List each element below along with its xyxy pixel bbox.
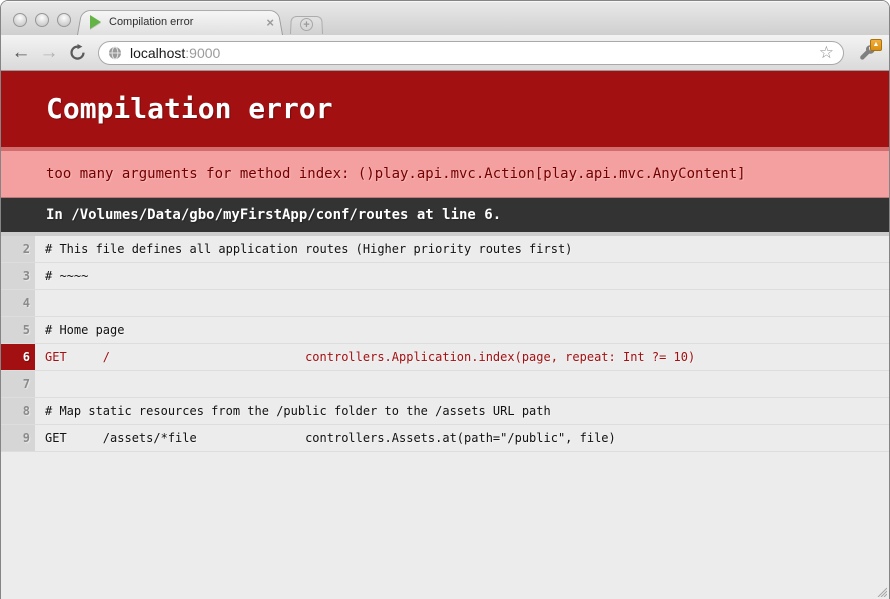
line-number: 6 [1,344,35,370]
page-title: Compilation error [1,71,889,147]
source-line-error: 6GET / controllers.Application.index(pag… [1,344,889,371]
address-bar[interactable]: localhost:9000 ☆ [98,41,844,65]
resize-grip-icon[interactable] [874,584,887,597]
tab-close-icon[interactable]: × [266,16,274,29]
error-detail: too many arguments for method index: ()p… [1,147,889,198]
new-tab-button[interactable]: + [290,15,323,34]
line-code [35,290,889,316]
source-line: 5# Home page [1,317,889,344]
browser-tab[interactable]: Compilation error × [77,9,283,35]
zoom-button[interactable] [57,13,71,27]
toolbar: ← → localhost:9000 ☆ ▲ [1,35,889,71]
source-listing: 2# This file defines all application rou… [1,232,889,452]
line-number: 4 [1,290,35,316]
line-code: # Home page [35,317,889,343]
forward-button[interactable]: → [37,41,61,65]
line-code: # ~~~~ [35,263,889,289]
back-button[interactable]: ← [9,41,33,65]
source-line: 3# ~~~~ [1,263,889,290]
error-location: In /Volumes/Data/gbo/myFirstApp/conf/rou… [1,198,889,232]
tab-strip: Compilation error × + [1,1,889,35]
source-line: 4 [1,290,889,317]
address-port: :9000 [185,45,220,61]
line-number: 2 [1,236,35,262]
source-line: 7 [1,371,889,398]
window-controls [13,13,71,27]
plus-icon: + [300,18,313,31]
line-number: 7 [1,371,35,397]
bookmark-star-icon[interactable]: ☆ [819,44,834,61]
update-badge: ▲ [870,39,882,51]
line-number: 5 [1,317,35,343]
reload-button[interactable] [65,41,89,65]
line-code: # Map static resources from the /public … [35,398,889,424]
line-code: GET /assets/*file controllers.Assets.at(… [35,425,889,451]
close-button[interactable] [13,13,27,27]
browser-window: Compilation error × + ← → localhost:9000… [0,0,890,599]
tab-title: Compilation error [109,16,266,28]
address-text: localhost:9000 [130,45,220,61]
line-number: 3 [1,263,35,289]
source-line: 8# Map static resources from the /public… [1,398,889,425]
line-number: 9 [1,425,35,451]
source-line: 2# This file defines all application rou… [1,236,889,263]
line-code [35,371,889,397]
reload-icon [69,44,86,61]
globe-icon [108,46,122,60]
play-framework-favicon-icon [90,15,101,29]
line-code: # This file defines all application rout… [35,236,889,262]
error-page: Compilation error too many arguments for… [1,71,889,599]
source-line: 9GET /assets/*file controllers.Assets.at… [1,425,889,452]
minimize-button[interactable] [35,13,49,27]
menu-wrench-button[interactable]: ▲ [853,39,881,67]
address-host: localhost [130,45,185,61]
line-code: GET / controllers.Application.index(page… [35,344,889,370]
line-number: 8 [1,398,35,424]
